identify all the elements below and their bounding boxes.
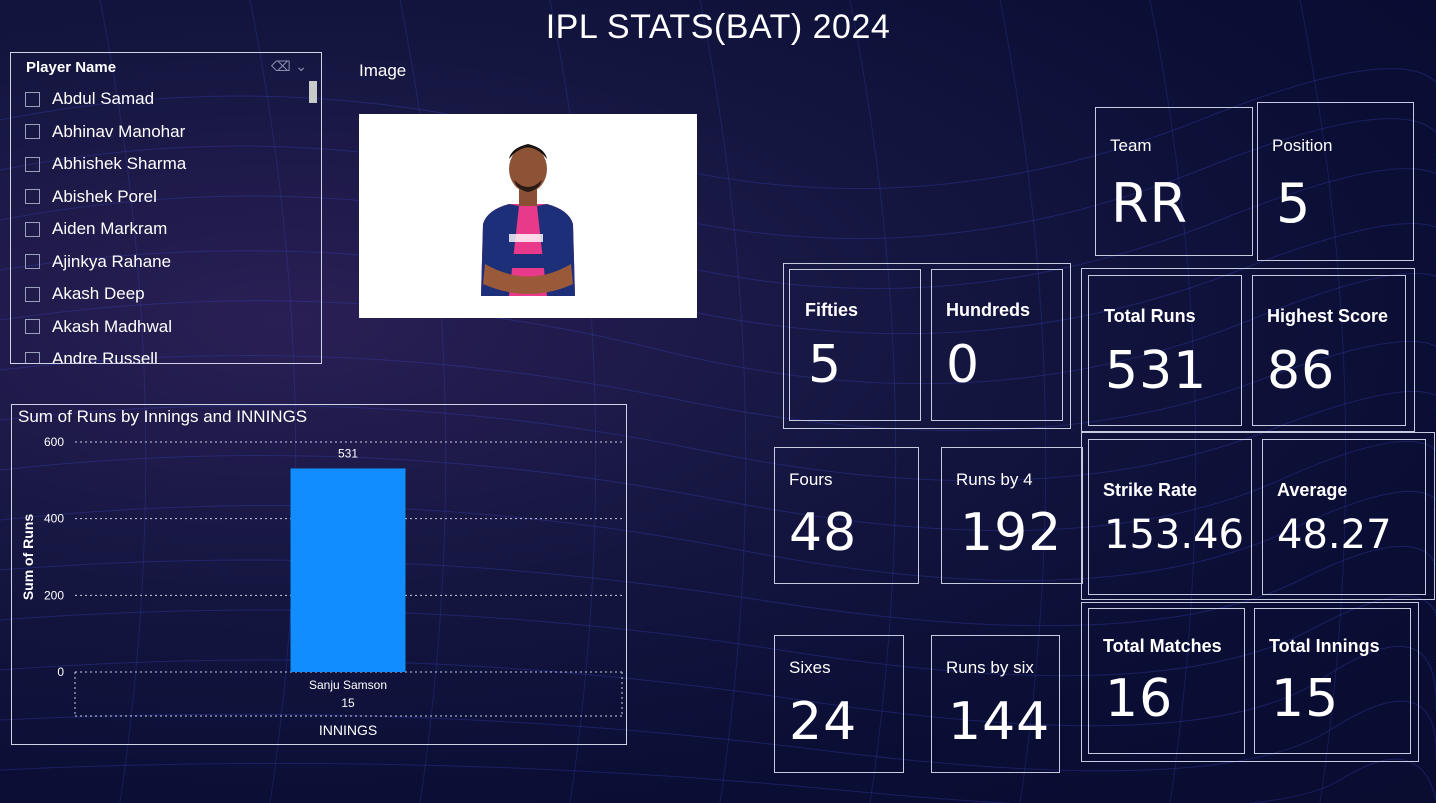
slicer-item-label: Aiden Markram (52, 219, 168, 239)
slicer-item[interactable]: Ajinkya Rahane (25, 246, 307, 279)
fours-card: Fours 48 (774, 447, 919, 584)
fifties-value: 5 (808, 335, 843, 395)
slicer-item[interactable]: Aiden Markram (25, 213, 307, 246)
team-value: RR (1111, 172, 1189, 235)
strike-rate-card: Strike Rate 153.46 (1088, 439, 1252, 595)
total-matches-value: 16 (1105, 669, 1174, 729)
checkbox[interactable] (25, 124, 40, 140)
slicer-item-label: Abhinav Manohar (52, 121, 186, 141)
checkbox[interactable] (25, 286, 40, 302)
y-tick-label: 200 (44, 588, 64, 602)
total-runs-value: 531 (1105, 341, 1208, 401)
slicer-tools: ⌫ ⌄ (271, 59, 307, 75)
slicer-item-label: Abdul Samad (52, 89, 155, 109)
chevron-down-icon[interactable]: ⌄ (295, 59, 307, 75)
total-matches-card: Total Matches 16 (1088, 608, 1245, 754)
team-label: Team (1110, 136, 1152, 155)
x-tick-label: Sanju Samson (309, 678, 387, 692)
strike-rate-label: Strike Rate (1103, 480, 1198, 500)
slicer-list: Abdul Samad Abhinav Manohar Abhishek Sha… (25, 83, 307, 363)
runs-by-4-card: Runs by 4 192 (941, 447, 1083, 584)
slicer-item[interactable]: Abishek Porel (25, 181, 307, 214)
checkbox[interactable] (25, 254, 40, 270)
checkbox[interactable] (25, 189, 40, 205)
bar (290, 468, 406, 672)
checkbox[interactable] (25, 91, 40, 107)
checkbox[interactable] (25, 351, 40, 363)
y-tick-label: 600 (44, 435, 64, 449)
x-subtick-label: 15 (341, 696, 355, 710)
slicer-item-label: Abhishek Sharma (52, 154, 187, 174)
y-axis-title: Sum of Runs (20, 514, 36, 601)
total-innings-label: Total Innings (1269, 636, 1380, 656)
highest-score-value: 86 (1267, 341, 1336, 401)
checkbox[interactable] (25, 221, 40, 237)
hundreds-value: 0 (946, 335, 981, 395)
runs-by-4-value: 192 (960, 503, 1063, 563)
slicer-item[interactable]: Akash Madhwal (25, 311, 307, 344)
runs-by-innings-chart[interactable]: Sum of Runs by Innings and INNINGS 0 200 4… (11, 404, 627, 745)
total-matches-label: Total Matches (1103, 636, 1222, 656)
strike-rate-value: 153.46 (1104, 512, 1244, 558)
highest-score-card: Highest Score 86 (1252, 275, 1406, 426)
slicer-item-label: Akash Madhwal (52, 316, 173, 336)
hundreds-card: Hundreds 0 (931, 269, 1063, 421)
team-card: Team RR (1095, 107, 1253, 256)
slicer-scrollbar[interactable] (309, 81, 317, 103)
image-visual-label: Image (359, 61, 407, 80)
total-runs-card: Total Runs 531 (1088, 275, 1242, 426)
x-axis-title: INNINGS (319, 722, 377, 738)
runs-by-six-value: 144 (948, 692, 1051, 752)
player-name-slicer[interactable]: Player Name ⌫ ⌄ Abdul Samad Abhinav Mano… (10, 52, 322, 364)
page-title: IPL STATS(BAT) 2024 (545, 8, 891, 46)
position-value: 5 (1276, 172, 1312, 235)
fours-value: 48 (789, 503, 858, 563)
slicer-item[interactable]: Abhinav Manohar (25, 116, 307, 149)
fifties-card: Fifties 5 (789, 269, 921, 421)
total-innings-card: Total Innings 15 (1254, 608, 1411, 754)
runs-by-six-label: Runs by six (946, 658, 1034, 677)
y-tick-label: 400 (44, 512, 64, 526)
slicer-item[interactable]: Abdul Samad (25, 83, 307, 116)
slicer-item-label: Akash Deep (52, 284, 145, 304)
eraser-icon[interactable]: ⌫ (271, 59, 291, 75)
hundreds-label: Hundreds (946, 300, 1031, 320)
fours-label: Fours (789, 470, 833, 489)
checkbox[interactable] (25, 156, 40, 172)
total-innings-value: 15 (1271, 669, 1340, 729)
slicer-item-label: Ajinkya Rahane (52, 251, 172, 271)
position-label: Position (1272, 136, 1333, 155)
position-card: Position 5 (1257, 102, 1414, 261)
sixes-label: Sixes (789, 658, 831, 677)
data-label: 531 (338, 446, 358, 460)
slicer-item[interactable]: Abhishek Sharma (25, 148, 307, 181)
player-image (359, 114, 697, 318)
slicer-header: Player Name (26, 59, 117, 76)
slicer-item[interactable]: Andre Russell (25, 343, 307, 363)
y-tick-label: 0 (57, 665, 64, 679)
total-runs-label: Total Runs (1104, 306, 1196, 326)
slicer-item-label: Andre Russell (52, 349, 158, 363)
chart-plot: 0 200 400 600 531 Sanju Samson 15 INNINGS Sum of… (20, 435, 623, 738)
fifties-label: Fifties (805, 300, 859, 320)
sixes-value: 24 (789, 692, 858, 752)
highest-score-label: Highest Score (1267, 306, 1389, 326)
checkbox[interactable] (25, 319, 40, 335)
average-label: Average (1277, 480, 1348, 500)
player-photo (481, 144, 575, 296)
average-value: 48.27 (1277, 512, 1392, 558)
sixes-card: Sixes 24 (774, 635, 904, 773)
runs-by-4-label: Runs by 4 (956, 470, 1033, 489)
runs-by-six-card: Runs by six 144 (931, 635, 1060, 773)
slicer-item[interactable]: Akash Deep (25, 278, 307, 311)
slicer-item-label: Abishek Porel (52, 186, 157, 206)
average-card: Average 48.27 (1262, 439, 1426, 595)
